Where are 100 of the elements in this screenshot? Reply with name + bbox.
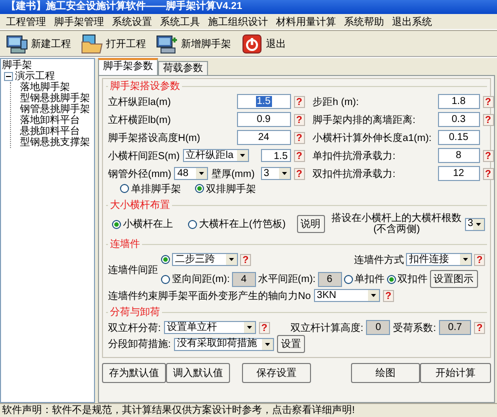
section-title: 分荷与卸荷 xyxy=(109,306,161,319)
menu-item[interactable]: 退出系统 xyxy=(388,14,436,28)
collapse-toggle[interactable] xyxy=(4,72,13,81)
field-label: 脚手架内排的离墙距离: xyxy=(312,114,416,126)
menu-item[interactable]: 系统帮助 xyxy=(340,14,388,28)
radio-option[interactable]: 单排脚手架 xyxy=(120,182,181,196)
tree-item[interactable]: 型钢悬挑脚手架 xyxy=(20,93,90,104)
menu-item[interactable]: 材料用量计算 xyxy=(272,14,340,28)
input-field[interactable]: 24 xyxy=(236,130,291,145)
dropdown[interactable]: 二步三跨 xyxy=(172,253,238,266)
menu-item[interactable]: 系统设置 xyxy=(108,14,156,28)
field-label: 立杆横距lb(m) xyxy=(108,114,171,126)
tree-item[interactable]: 钢管悬挑脚手架 xyxy=(20,104,90,115)
tree-item[interactable]: 脚手架 xyxy=(2,60,94,71)
toolbar-button[interactable]: 新建工程 xyxy=(2,32,75,54)
explain-button[interactable]: 说明 xyxy=(296,215,325,233)
field-label: 双立杆分荷: xyxy=(108,322,161,334)
section-title: 连墙件 xyxy=(109,238,141,251)
menu-item[interactable]: 工程管理 xyxy=(2,14,50,28)
tree-item[interactable]: 型钢悬挑支撑架 xyxy=(20,137,90,148)
help-button[interactable]: ? xyxy=(240,254,251,266)
field-label: 搭设在小横杆上的大横杆根数 (不含两侧) xyxy=(332,213,462,235)
computer-icon xyxy=(6,34,28,54)
field-label: 双扣件抗滑承载力: xyxy=(312,168,396,180)
input-field[interactable]: 1.5 xyxy=(236,94,291,109)
status-text[interactable]: 软件声明：软件不是规范，其计算结果仅供方案设计时参考，点击察看详细声明! xyxy=(2,405,355,416)
input-field[interactable]: 0.15 xyxy=(438,130,480,145)
radio-option[interactable]: 双扣件 xyxy=(386,272,428,286)
power-icon xyxy=(241,34,263,54)
tree-item[interactable]: 落地脚手架 xyxy=(20,82,70,93)
folder-icon xyxy=(81,34,103,54)
menu-item[interactable]: 施工组织设计 xyxy=(204,14,272,28)
dropdown[interactable]: 3 xyxy=(260,167,291,180)
input-field[interactable]: 0.3 xyxy=(438,112,480,127)
section-title: 大小横杆布置 xyxy=(109,198,171,212)
section-title: 脚手架搭设参数 xyxy=(109,80,181,93)
action-button[interactable]: 存为默认值 xyxy=(102,363,166,383)
field-label: 竖向间距(m): xyxy=(172,273,230,286)
dropdown[interactable]: 3 xyxy=(464,218,486,230)
help-button[interactable]: ? xyxy=(258,322,270,334)
action-button[interactable]: 保存设置 xyxy=(242,363,312,383)
input-field[interactable]: 1.5 xyxy=(260,149,291,162)
radio-option[interactable]: 大横杆在上(竹笆板) xyxy=(188,217,286,231)
help-button[interactable]: ? xyxy=(482,168,494,180)
radio-button[interactable] xyxy=(161,255,170,264)
field-label: 分段卸荷措施: xyxy=(108,338,171,351)
help-button[interactable]: ? xyxy=(294,168,305,180)
field-label: 连墙件约束脚手架平面外变形产生的轴向力No xyxy=(108,290,311,302)
action-button[interactable]: 开始计算 xyxy=(420,363,491,383)
input-field[interactable]: 0.9 xyxy=(236,112,291,127)
field-label: 受荷系数: xyxy=(393,322,436,334)
tree-item[interactable]: 落地卸料平台 xyxy=(20,115,80,126)
tree-item[interactable]: 演示工程 xyxy=(15,71,55,82)
input-field[interactable]: 8 xyxy=(438,148,480,163)
field-label: 连墙件间距 xyxy=(108,264,158,277)
dropdown[interactable]: 设置单立杆 xyxy=(164,321,256,334)
help-button[interactable]: ? xyxy=(482,150,494,162)
dropdown[interactable]: 扣件连接 xyxy=(406,253,472,266)
radio-option[interactable]: 单扣件 xyxy=(344,272,385,286)
toolbar-button[interactable]: 新增脚手架 xyxy=(152,32,235,54)
diagram-button[interactable]: 设置图示 xyxy=(430,270,478,288)
field-label: 钢管外径(mm) xyxy=(108,168,172,180)
menu-item[interactable]: 系统工具 xyxy=(156,14,204,28)
action-button[interactable]: 绘图 xyxy=(351,363,420,383)
input-field[interactable]: 12 xyxy=(438,166,480,181)
field-label: 步距h (m): xyxy=(312,96,359,108)
field-label: 水平间距(m): xyxy=(258,272,316,286)
tab[interactable]: 脚手架参数 xyxy=(98,58,158,75)
dropdown[interactable]: 48 xyxy=(174,167,208,180)
field-label: 脚手架搭设高度H(m) xyxy=(108,132,200,144)
tree-item[interactable]: 悬挑卸料平台 xyxy=(20,126,80,137)
input-field[interactable]: 1.8 xyxy=(438,94,480,109)
help-button[interactable]: ? xyxy=(294,150,305,162)
field-label: 壁厚(mm) xyxy=(211,168,255,180)
tab[interactable]: 荷载参数 xyxy=(158,61,208,75)
toolbar-button[interactable]: 退出 xyxy=(237,32,290,54)
settings-button[interactable]: 设置 xyxy=(276,335,305,353)
radio-option[interactable]: 双排脚手架 xyxy=(195,182,256,196)
help-button[interactable]: ? xyxy=(474,254,485,266)
field-label: 双立杆计算高度: xyxy=(290,322,364,334)
field-label: 立杆纵距la(m) xyxy=(108,96,171,108)
help-button[interactable]: ? xyxy=(482,96,494,108)
dropdown[interactable]: 3KN xyxy=(314,289,380,302)
field-label: 小横杆计算外伸长度a1(m): xyxy=(312,132,432,144)
field-label: 单扣件抗滑承载力: xyxy=(312,150,396,162)
dropdown[interactable]: 没有采取卸荷措施 xyxy=(174,338,274,350)
field-label: 小横杆间距S(m) xyxy=(108,150,180,162)
dropdown[interactable]: 立杆纵距la xyxy=(182,149,249,162)
help-button[interactable]: ? xyxy=(294,96,305,108)
radio-option[interactable]: 小横杆在上 xyxy=(112,217,173,231)
help-button[interactable]: ? xyxy=(482,114,494,126)
help-button[interactable]: ? xyxy=(294,114,305,126)
window-title: 【建书】施工安全设施计算软件——脚手架计算V4.21 xyxy=(6,1,242,12)
menu-item[interactable]: 脚手架管理 xyxy=(50,14,108,28)
field-label: 连墙件方式 xyxy=(354,254,404,266)
action-button[interactable]: 调入默认值 xyxy=(166,363,230,383)
help-button[interactable]: ? xyxy=(382,290,394,302)
help-button[interactable]: ? xyxy=(294,132,305,144)
radio-button[interactable] xyxy=(161,274,170,284)
toolbar-button[interactable]: 打开工程 xyxy=(77,32,150,54)
